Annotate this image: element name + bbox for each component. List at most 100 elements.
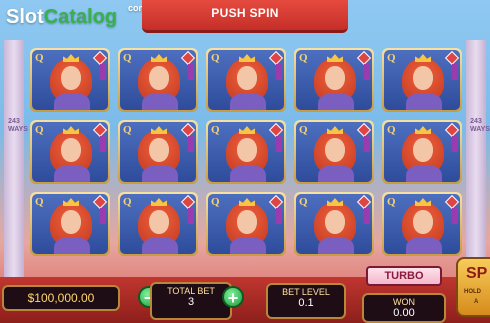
reel-symbol-queen: Q (30, 120, 110, 184)
symbol-frame: Q (120, 50, 196, 110)
queen-face (325, 210, 345, 234)
crown-icon (415, 126, 431, 134)
diamond-icon (180, 194, 196, 210)
queen-dress (230, 94, 266, 110)
ribbon-icon (364, 208, 370, 224)
top-banner: PUSH SPIN (142, 0, 348, 33)
won-display: WON 0.00 (362, 293, 446, 323)
reel-symbol-queen: Q (382, 120, 462, 184)
queen-dress (230, 238, 266, 254)
reel-symbol-queen: Q (294, 48, 374, 112)
symbol-frame: Q (208, 122, 284, 182)
symbol-letter: Q (123, 52, 132, 64)
queen-dress (142, 238, 178, 254)
ribbon-icon (452, 208, 458, 224)
bet-level-display[interactable]: BET LEVEL 0.1 (266, 283, 346, 319)
won-value: 0.00 (393, 307, 415, 319)
crown-icon (327, 126, 343, 134)
crown-icon (327, 54, 343, 62)
spin-button[interactable]: SP HOLD A (456, 257, 490, 317)
diamond-icon (92, 50, 108, 66)
symbol-letter: Q (35, 124, 44, 136)
symbol-frame: Q (208, 194, 284, 254)
queen-face (325, 138, 345, 162)
logo-accent: Catalog (43, 6, 118, 28)
ways-label-right: 243 WAYS (470, 118, 490, 133)
symbol-frame: Q (208, 50, 284, 110)
symbol-frame: Q (120, 194, 196, 254)
queen-face (61, 138, 81, 162)
symbol-letter: Q (123, 124, 132, 136)
queen-dress (54, 166, 90, 182)
reel-symbol-queen: Q (294, 192, 374, 256)
reel-symbol-queen: Q (206, 48, 286, 112)
crown-icon (415, 54, 431, 62)
ribbon-icon (276, 64, 282, 80)
queen-dress (318, 166, 354, 182)
left-pillar (4, 40, 24, 280)
reel-symbol-queen: Q (30, 48, 110, 112)
symbol-frame: Q (384, 194, 460, 254)
ribbon-icon (100, 64, 106, 80)
symbol-letter: Q (211, 196, 220, 208)
crown-icon (239, 198, 255, 206)
symbol-letter: Q (387, 52, 396, 64)
total-bet-value: 3 (187, 296, 195, 308)
symbol-letter: Q (211, 124, 220, 136)
queen-face (61, 66, 81, 90)
symbol-frame: Q (384, 50, 460, 110)
queen-dress (406, 166, 442, 182)
diamond-icon (356, 194, 372, 210)
diamond-icon (268, 194, 284, 210)
turbo-button[interactable]: TURBO (366, 266, 442, 286)
queen-face (413, 138, 433, 162)
logo-main: Slot (6, 6, 44, 28)
bet-level-value: 0.1 (298, 297, 314, 309)
symbol-letter: Q (35, 196, 44, 208)
total-bet-label: TOTAL BET (167, 286, 215, 296)
increase-bet-button[interactable]: + (222, 286, 244, 308)
ribbon-icon (188, 136, 194, 152)
symbol-frame: Q (296, 50, 372, 110)
symbol-letter: Q (211, 52, 220, 64)
symbol-letter: Q (123, 196, 132, 208)
queen-dress (230, 166, 266, 182)
queen-dress (406, 94, 442, 110)
queen-face (325, 66, 345, 90)
banner-text: PUSH SPIN (211, 6, 279, 20)
crown-icon (415, 198, 431, 206)
crown-icon (151, 198, 167, 206)
reel-symbol-queen: Q (382, 192, 462, 256)
diamond-icon (268, 122, 284, 138)
reel-symbol-queen: Q (30, 192, 110, 256)
diamond-icon (268, 50, 284, 66)
symbol-frame: Q (296, 122, 372, 182)
ribbon-icon (100, 136, 106, 152)
symbol-letter: Q (387, 124, 396, 136)
queen-dress (142, 94, 178, 110)
crown-icon (239, 54, 255, 62)
balance-display: $100,000.00 (2, 285, 120, 311)
reel-symbol-queen: Q (118, 120, 198, 184)
symbol-letter: Q (35, 52, 44, 64)
symbol-frame: Q (32, 122, 108, 182)
crown-icon (151, 54, 167, 62)
won-label: WON (393, 297, 415, 307)
reel-symbol-queen: Q (294, 120, 374, 184)
spin-hold-label: HOLD (464, 289, 481, 295)
diamond-icon (444, 194, 460, 210)
ribbon-icon (364, 64, 370, 80)
symbol-frame: Q (32, 194, 108, 254)
reel-symbol-queen: Q (206, 192, 286, 256)
symbol-letter: Q (299, 196, 308, 208)
crown-icon (63, 198, 79, 206)
symbol-frame: Q (32, 50, 108, 110)
reel-symbol-queen: Q (118, 192, 198, 256)
queen-face (149, 66, 169, 90)
queen-dress (142, 166, 178, 182)
ribbon-icon (452, 64, 458, 80)
symbol-letter: Q (387, 196, 396, 208)
crown-icon (63, 126, 79, 134)
symbol-letter: Q (299, 124, 308, 136)
queen-face (237, 210, 257, 234)
